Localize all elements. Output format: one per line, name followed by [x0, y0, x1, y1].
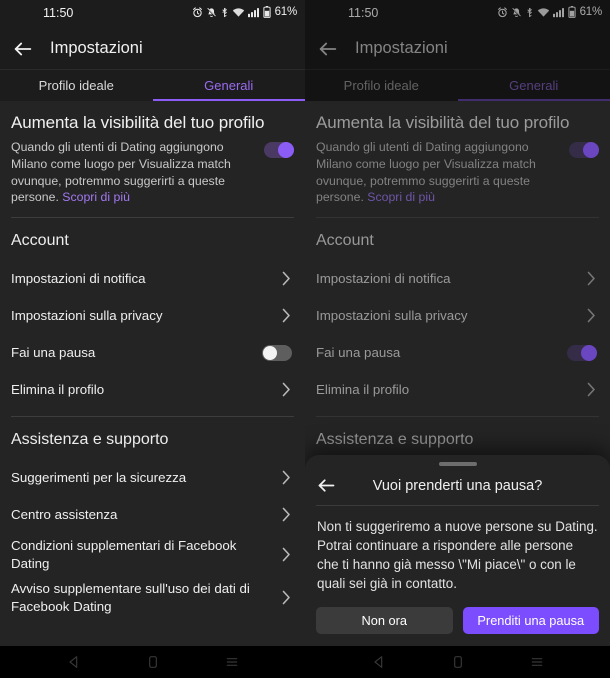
- nav-back-icon[interactable]: [371, 654, 387, 670]
- chevron-right-icon: [587, 271, 596, 286]
- not-now-button[interactable]: Non ora: [316, 607, 453, 634]
- status-bar-clock: 11:50: [43, 6, 74, 20]
- toggle-knob: [263, 345, 277, 360]
- list-item-label: Impostazioni sulla privacy: [11, 307, 163, 323]
- list-item-fai-una-pausa[interactable]: Fai una pausa: [316, 334, 599, 371]
- page-title: Impostazioni: [50, 39, 143, 57]
- promo-learn-more-link[interactable]: Scopri di più: [367, 190, 435, 204]
- chevron-right-icon: [282, 590, 291, 605]
- promo-title: Aumenta la visibilità del tuo profilo: [11, 113, 265, 132]
- chevron-right-icon: [282, 382, 291, 397]
- bluetooth-icon: [220, 7, 229, 18]
- settings-list[interactable]: Aumenta la visibilità del tuo profilo Qu…: [0, 101, 305, 646]
- chevron-right-icon: [282, 507, 291, 522]
- list-item-impostazioni-sulla-privacy[interactable]: Impostazioni sulla privacy: [316, 297, 599, 334]
- list-item-label: Condizioni supplementari di Facebook Dat…: [11, 538, 237, 571]
- dialog-back-arrow-icon[interactable]: [316, 475, 337, 496]
- take-a-break-toggle[interactable]: [262, 344, 292, 361]
- dialog-header: Vuoi prenderti una pausa?: [316, 466, 599, 506]
- list-item-label: Fai una pausa: [316, 344, 401, 360]
- nav-home-icon[interactable]: [145, 654, 161, 670]
- list-item-label: Impostazioni di notifica: [11, 270, 146, 286]
- app-bar: Impostazioni: [0, 28, 305, 70]
- toggle-knob: [581, 344, 597, 361]
- list-item-impostazioni-di-notifica[interactable]: Impostazioni di notifica: [11, 260, 294, 297]
- wifi-icon: [232, 7, 245, 18]
- list-item-label: Elimina il profilo: [11, 381, 105, 397]
- promo-row: Quando gli utenti di Dating aggiungono M…: [11, 136, 294, 215]
- take-a-break-toggle[interactable]: [567, 344, 597, 361]
- dialog-body-text: Non ti suggeriremo a nuove persone su Da…: [317, 519, 598, 591]
- list-item-avviso-supplementare[interactable]: Avviso supplementare sull'uso dei dati d…: [11, 576, 294, 619]
- battery-icon: [262, 6, 271, 18]
- dual-screenshot-container: 11:50 61% Impostazioni Profilo ideale Ge…: [0, 0, 610, 678]
- toggle-knob: [278, 142, 294, 158]
- nav-home-icon[interactable]: [450, 654, 466, 670]
- list-item-label: Avviso supplementare sull'uso dei dati d…: [11, 581, 250, 614]
- phone-screen-right: 11:50 61% Impostazioni Profilo ideale Ge…: [305, 0, 610, 678]
- section-heading-account: Account: [316, 232, 374, 250]
- nav-back-icon[interactable]: [66, 654, 82, 670]
- list-item-centro-assistenza[interactable]: Centro assistenza: [11, 496, 294, 533]
- toggle-knob: [583, 142, 599, 158]
- chevron-right-icon: [587, 308, 596, 323]
- promo-title: Aumenta la visibilità del tuo profilo: [316, 113, 570, 132]
- list-item-label: Suggerimenti per la sicurezza: [11, 469, 187, 485]
- promo-learn-more-link[interactable]: Scopri di più: [62, 190, 130, 204]
- system-nav-bar: [305, 646, 610, 678]
- back-arrow-icon[interactable]: [12, 38, 34, 60]
- tab-profilo-ideale[interactable]: Profilo ideale: [0, 70, 153, 101]
- section-heading-assistenza: Assistenza e supporto: [11, 431, 169, 449]
- promo-row: Quando gli utenti di Dating aggiungono M…: [316, 136, 599, 215]
- chevron-right-icon: [282, 470, 291, 485]
- chevron-right-icon: [282, 271, 291, 286]
- promo-body: Quando gli utenti di Dating aggiungono M…: [316, 139, 569, 206]
- phone-screen-left: 11:50 61% Impostazioni Profilo ideale Ge…: [0, 0, 305, 678]
- list-item-elimina-il-profilo[interactable]: Elimina il profilo: [11, 371, 294, 408]
- scrim-top: [305, 0, 610, 101]
- tab-bar: Profilo ideale Generali: [0, 70, 305, 101]
- chevron-right-icon: [282, 547, 291, 562]
- status-bar-icons: 61%: [192, 6, 297, 18]
- cellular-signal-icon: [247, 7, 260, 18]
- list-item-impostazioni-sulla-privacy[interactable]: Impostazioni sulla privacy: [11, 297, 294, 334]
- promo-visibility-toggle[interactable]: [569, 142, 599, 158]
- dialog-title: Vuoi prenderti una pausa?: [372, 477, 543, 494]
- list-item-fai-una-pausa[interactable]: Fai una pausa: [11, 334, 294, 371]
- tab-generali[interactable]: Generali: [153, 70, 306, 101]
- alarm-icon: [192, 6, 203, 18]
- list-item-label: Fai una pausa: [11, 344, 96, 360]
- list-item-condizioni-supplementari[interactable]: Condizioni supplementari di Facebook Dat…: [11, 533, 294, 576]
- bell-muted-icon: [206, 7, 217, 18]
- list-item-elimina-il-profilo[interactable]: Elimina il profilo: [316, 371, 599, 408]
- list-item-suggerimenti-sicurezza[interactable]: Suggerimenti per la sicurezza: [11, 459, 294, 496]
- list-item-impostazioni-di-notifica[interactable]: Impostazioni di notifica: [316, 260, 599, 297]
- nav-recents-icon[interactable]: [224, 654, 240, 670]
- battery-percent-label: 61%: [274, 6, 298, 18]
- list-item-label: Impostazioni sulla privacy: [316, 307, 468, 323]
- list-item-label: Centro assistenza: [11, 506, 118, 522]
- promo-visibility-toggle[interactable]: [264, 142, 294, 158]
- dialog-actions: Non ora Prenditi una pausa: [316, 607, 599, 634]
- chevron-right-icon: [587, 382, 596, 397]
- status-bar: 11:50 61%: [0, 0, 305, 28]
- system-nav-bar: [0, 646, 305, 678]
- promo-body: Quando gli utenti di Dating aggiungono M…: [11, 139, 264, 206]
- section-heading-assistenza: Assistenza e supporto: [316, 431, 474, 449]
- nav-recents-icon[interactable]: [529, 654, 545, 670]
- take-a-break-dialog: Vuoi prenderti una pausa? Non ti suggeri…: [305, 455, 610, 646]
- section-heading-account: Account: [11, 232, 69, 250]
- take-a-break-button[interactable]: Prenditi una pausa: [462, 607, 599, 634]
- list-item-label: Impostazioni di notifica: [316, 270, 451, 286]
- chevron-right-icon: [282, 308, 291, 323]
- list-item-label: Elimina il profilo: [316, 381, 410, 397]
